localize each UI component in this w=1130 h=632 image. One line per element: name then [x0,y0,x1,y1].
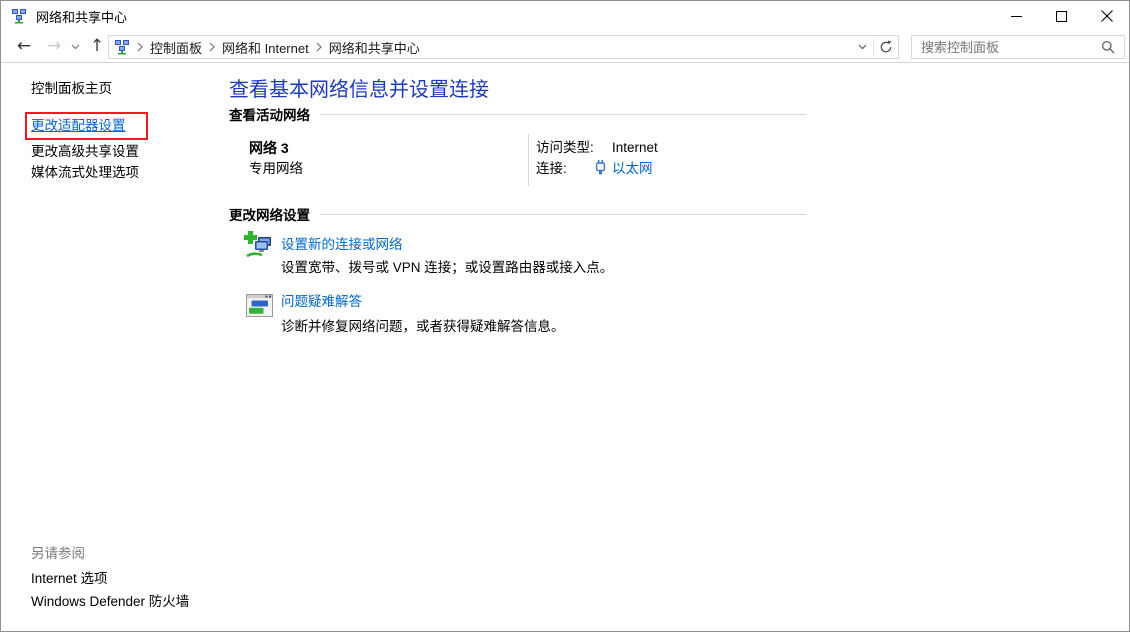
search-icon[interactable] [1097,40,1124,54]
sidebar-item-change-adapter-settings[interactable]: 更改适配器设置 [31,117,126,135]
connections-label: 连接: [536,161,567,177]
breadcrumb-network-sharing-center[interactable]: 网络和共享中心 [329,38,420,57]
new-connection-icon [244,231,275,265]
network-type: 专用网络 [249,161,303,177]
setup-new-connection-link[interactable]: 设置新的连接或网络 [281,237,403,253]
close-button[interactable] [1084,1,1129,31]
network-sharing-center-icon [11,8,27,24]
network-name: 网络 3 [249,140,289,156]
active-networks-section-header: 查看活动网络 [229,104,806,124]
section-rule [320,114,806,115]
recent-locations-button[interactable] [67,31,83,62]
see-also-heading: 另请参阅 [31,545,85,563]
ethernet-plug-icon [595,160,606,178]
navigation-bar: ← → ↑ 控制面板 网络和 Internet 网络和共享中心 [1,31,1129,63]
sidebar-item-change-advanced-sharing-settings[interactable]: 更改高级共享设置 [31,143,139,161]
maximize-button[interactable] [1039,1,1084,31]
network-info-divider [528,134,529,186]
sidebar: 控制面板主页 更改适配器设置 更改高级共享设置 媒体流式处理选项 另请参阅 In… [1,63,229,631]
troubleshoot-icon [246,294,273,322]
refresh-button[interactable] [874,36,898,58]
troubleshoot-problems-link[interactable]: 问题疑难解答 [281,294,362,310]
window-controls [994,1,1129,31]
chevron-down-icon [71,44,80,50]
access-type-label: 访问类型: [536,140,594,156]
address-dropdown-button[interactable] [851,36,873,58]
breadcrumb-network-and-internet[interactable]: 网络和 Internet [222,38,309,57]
back-arrow-icon: ← [17,38,31,55]
forward-arrow-icon: → [47,38,61,55]
sidebar-item-control-panel-home[interactable]: 控制面板主页 [31,80,112,98]
maximize-icon [1056,11,1067,22]
address-bar-controls [851,36,898,58]
page-title: 查看基本网络信息并设置连接 [229,73,489,102]
search-box[interactable] [911,35,1125,59]
forward-button[interactable]: → [41,31,67,62]
setup-new-connection-description: 设置宽带、拨号或 VPN 连接；或设置路由器或接入点。 [281,260,613,276]
breadcrumb-separator-icon [316,42,322,52]
main-content: 查看基本网络信息并设置连接 查看活动网络 网络 3 专用网络 访问类型: Int… [229,63,1129,631]
minimize-button[interactable] [994,1,1039,31]
active-networks-section-title: 查看活动网络 [229,104,310,124]
minimize-icon [1011,11,1022,22]
window-title: 网络和共享中心 [36,7,127,26]
change-settings-section-title: 更改网络设置 [229,204,310,224]
title-bar: 网络和共享中心 [1,1,1129,31]
back-button[interactable]: ← [11,31,37,62]
ethernet-link[interactable]: 以太网 [612,161,653,177]
network-sharing-center-window: 网络和共享中心 ← → ↑ [0,0,1130,632]
up-button[interactable]: ↑ [85,31,109,62]
breadcrumb-separator-icon [209,42,215,52]
chevron-down-icon [858,44,867,50]
sidebar-item-media-streaming-options[interactable]: 媒体流式处理选项 [31,164,139,182]
network-breadcrumb-icon [114,39,130,55]
search-input[interactable] [912,36,1097,58]
breadcrumb-control-panel[interactable]: 控制面板 [150,38,202,57]
change-settings-section-header: 更改网络设置 [229,204,806,224]
troubleshoot-problems-description: 诊断并修复网络问题，或者获得疑难解答信息。 [281,319,565,335]
close-icon [1101,10,1113,22]
up-arrow-icon: ↑ [90,38,104,55]
sidebar-item-internet-options[interactable]: Internet 选项 [31,570,108,588]
address-bar[interactable]: 控制面板 网络和 Internet 网络和共享中心 [108,35,899,59]
access-type-value: Internet [612,140,658,156]
refresh-icon [879,40,893,54]
section-rule [320,214,806,215]
sidebar-item-windows-defender-firewall[interactable]: Windows Defender 防火墙 [31,593,189,611]
breadcrumb-separator-icon [137,42,143,52]
